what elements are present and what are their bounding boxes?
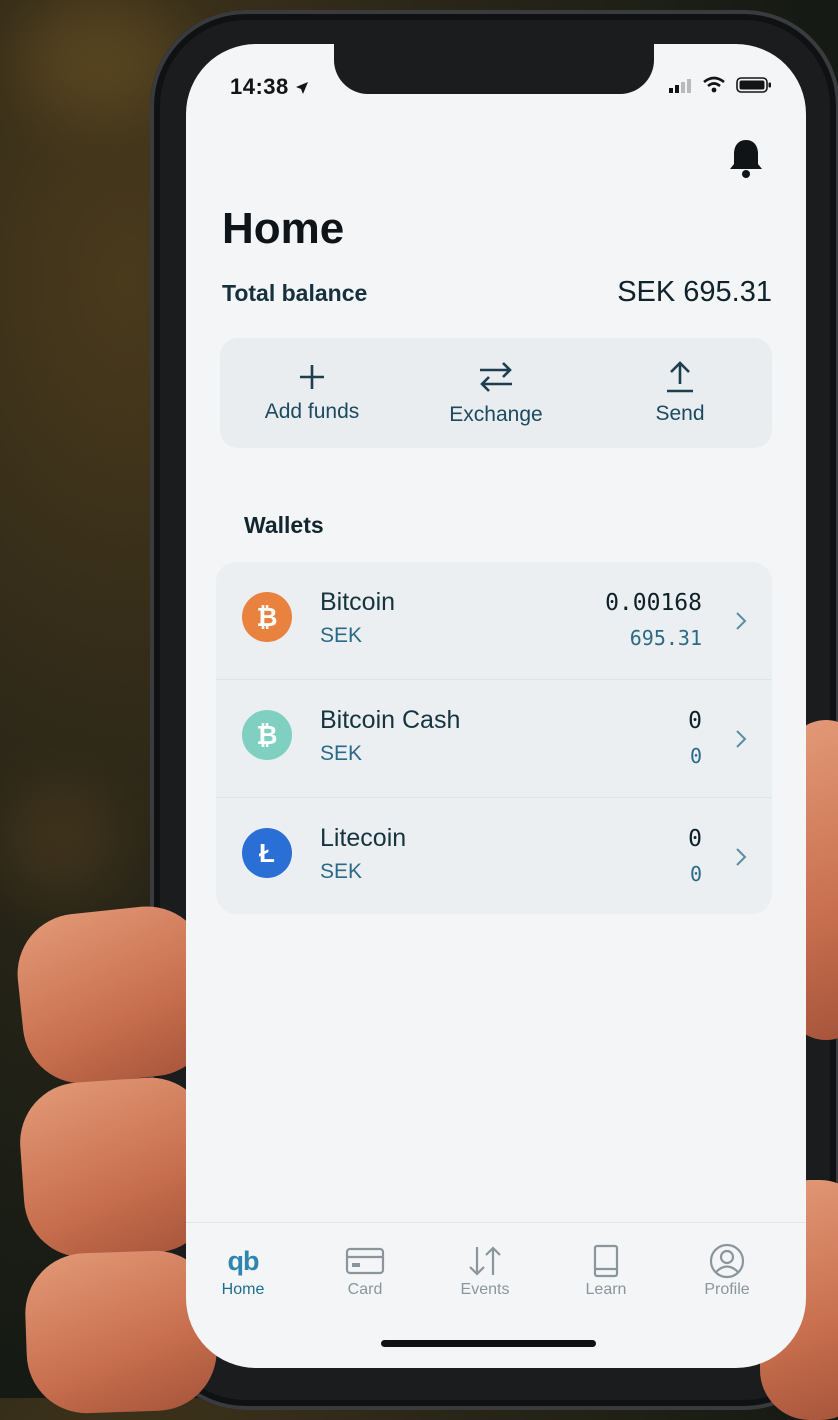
chevron-right-icon: [736, 730, 747, 748]
bitcoin-icon: ₿: [242, 592, 292, 642]
tab-learn[interactable]: Learn: [561, 1241, 651, 1299]
exchange-button[interactable]: Exchange: [404, 338, 588, 448]
tab-home[interactable]: qb Home: [198, 1241, 288, 1299]
home-indicator[interactable]: [381, 1340, 596, 1347]
tab-profile[interactable]: Profile: [682, 1241, 772, 1299]
tab-bar: qb Home Card Events Learn Profile: [186, 1222, 806, 1323]
status-icons: [668, 76, 772, 94]
bell-icon: [730, 140, 762, 178]
plus-icon: [300, 365, 324, 389]
wallet-name: Litecoin: [320, 824, 407, 852]
qb-logo-text: qb: [227, 1245, 260, 1276]
book-icon: [593, 1244, 619, 1278]
events-arrows-icon: [469, 1246, 501, 1276]
wallet-fiat-value: 695.31: [629, 626, 702, 650]
wifi-icon: [703, 76, 725, 93]
tab-card[interactable]: Card: [320, 1241, 410, 1299]
app-screen: 14:38 Home Total balance SEK 695.31 Add …: [186, 44, 806, 1368]
battery-icon: [736, 77, 771, 93]
wallet-currency: SEK: [320, 624, 363, 647]
page-title: Home: [222, 204, 345, 253]
upload-arrow-icon: [667, 361, 693, 393]
chevron-right-icon: [736, 848, 747, 866]
total-balance-label: Total balance: [222, 280, 368, 306]
wallet-currency: SEK: [320, 860, 363, 883]
send-button[interactable]: Send: [588, 338, 772, 448]
litecoin-icon: Ł: [242, 828, 292, 878]
wallet-amount: 0: [688, 708, 702, 734]
signal-icon: [669, 79, 691, 93]
wallet-amount: 0.00168: [605, 590, 702, 616]
quick-actions: Add funds Exchange Send: [220, 338, 772, 448]
send-label: Send: [655, 402, 705, 425]
wallets-heading: Wallets: [244, 512, 324, 538]
tab-home-label: Home: [221, 1281, 265, 1298]
exchange-label: Exchange: [449, 403, 543, 426]
wallet-row-litecoin[interactable]: Ł Litecoin SEK 0 0: [216, 798, 772, 915]
exchange-arrows-icon: [480, 362, 512, 392]
bitcoin-symbol: ₿: [256, 601, 278, 632]
wallet-amount: 0: [688, 826, 702, 852]
notch: [334, 44, 654, 94]
wallet-fiat-value: 0: [689, 744, 702, 768]
wallet-row-bitcoin-cash[interactable]: ₿ Bitcoin Cash SEK 0 0: [216, 680, 772, 797]
total-balance-value: SEK 695.31: [617, 276, 772, 308]
wallets-list: ₿ Bitcoin SEK 0.00168 695.31 ₿ Bitcoin C…: [216, 562, 772, 914]
wallet-row-bitcoin[interactable]: ₿ Bitcoin SEK 0.00168 695.31: [216, 562, 772, 679]
bitcoin-cash-symbol: ₿: [256, 719, 278, 750]
wallet-fiat-value: 0: [689, 862, 702, 886]
wallet-currency: SEK: [320, 742, 363, 765]
background-light: [0, 780, 120, 900]
wallet-name: Bitcoin Cash: [320, 706, 461, 734]
tab-card-label: Card: [347, 1281, 383, 1298]
tab-learn-label: Learn: [585, 1281, 627, 1298]
status-time-text: 14:38: [230, 74, 289, 99]
add-funds-button[interactable]: Add funds: [220, 338, 404, 448]
notifications-button[interactable]: [726, 136, 766, 185]
card-icon: [345, 1247, 385, 1275]
status-time: 14:38: [230, 74, 309, 100]
bitcoin-cash-icon: ₿: [242, 710, 292, 760]
qb-logo-icon: qb: [227, 1241, 260, 1281]
litecoin-symbol: Ł: [259, 837, 275, 868]
wallet-name: Bitcoin: [320, 588, 396, 616]
chevron-right-icon: [736, 612, 747, 630]
tab-events-label: Events: [460, 1281, 510, 1298]
profile-icon: [709, 1243, 745, 1279]
location-arrow-icon: [296, 82, 309, 95]
add-funds-label: Add funds: [264, 400, 360, 423]
tab-events[interactable]: Events: [440, 1241, 530, 1299]
tab-profile-label: Profile: [704, 1281, 750, 1298]
